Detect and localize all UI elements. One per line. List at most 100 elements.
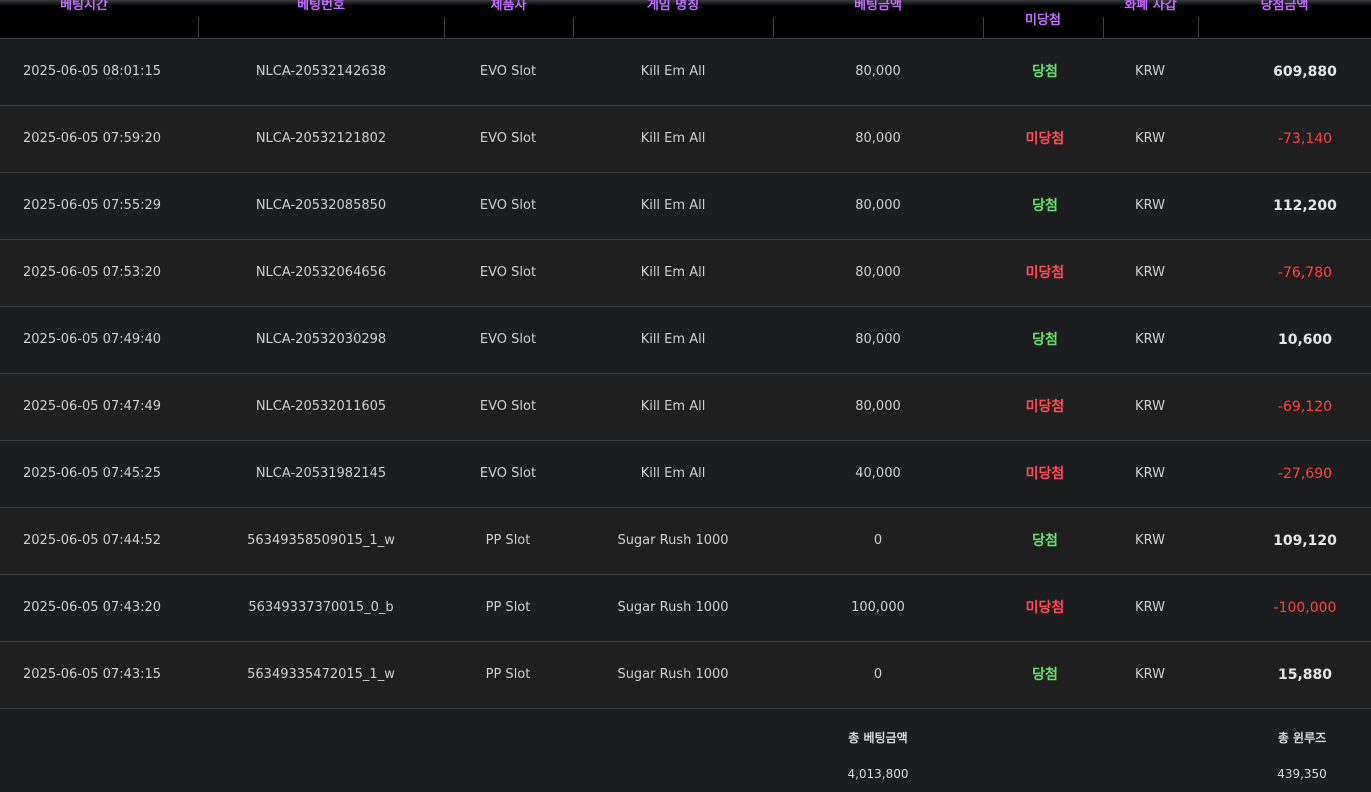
win-amount-cell: 609,880	[1273, 64, 1337, 80]
bet-number-cell: NLCA-20532121802	[255, 131, 387, 146]
header-currency[interactable]: 화폐 사갑	[1103, 0, 1198, 38]
header-bet-number[interactable]: 베팅번호	[198, 0, 444, 38]
win-amount-cell: 10,600	[1277, 332, 1333, 348]
result-status-cell: 당첨	[1032, 198, 1058, 214]
bet-amount-cell: 0	[873, 533, 883, 548]
betting-history-table: 베팅시간 베팅번호 제품사 게임 명칭 베팅금액 미당첨 화폐 사갑 당첨금액 …	[0, 0, 1371, 792]
currency-cell: KRW	[1135, 533, 1165, 548]
win-amount-cell: -27,690	[1277, 466, 1333, 482]
header-label: 당첨금액	[1260, 0, 1309, 13]
bet-time-cell: 2025-06-05 07:44:52	[23, 533, 162, 548]
game-name-cell: Kill Em All	[640, 265, 706, 280]
provider-cell: EVO Slot	[479, 399, 537, 414]
header-label: 베팅금액	[854, 0, 902, 13]
bet-amount-cell: 80,000	[855, 265, 901, 280]
game-name-cell: Sugar Rush 1000	[617, 667, 729, 682]
header-label: 베팅시간	[60, 0, 108, 13]
provider-cell: EVO Slot	[479, 131, 537, 146]
bet-number-cell: NLCA-20532064656	[255, 265, 387, 280]
bet-time-cell: 2025-06-05 07:49:40	[23, 332, 162, 347]
bet-amount-cell: 80,000	[855, 131, 901, 146]
currency-cell: KRW	[1135, 667, 1165, 682]
table-row[interactable]: 2025-06-05 07:59:20 NLCA-20532121802 EVO S…	[0, 106, 1371, 173]
header-bet-time[interactable]: 베팅시간	[0, 0, 168, 38]
bet-time-cell: 2025-06-05 07:45:25	[23, 466, 162, 481]
bet-amount-cell: 0	[873, 667, 883, 682]
header-result[interactable]: 미당첨	[983, 0, 1103, 38]
bet-amount-cell: 80,000	[855, 399, 901, 414]
game-name-cell: Kill Em All	[640, 64, 706, 79]
result-status-cell: 당첨	[1032, 332, 1058, 348]
result-status-cell: 미당첨	[1025, 265, 1065, 281]
result-status-cell: 미당첨	[1025, 466, 1065, 482]
provider-cell: EVO Slot	[479, 64, 537, 79]
table-footer: 총 베팅금액 4,013,800 총 윈루즈 439,350	[0, 710, 1371, 792]
bet-time-cell: 2025-06-05 07:43:20	[23, 600, 162, 615]
bet-amount-cell: 80,000	[855, 332, 901, 347]
header-label: 화폐 사갑	[1124, 0, 1177, 13]
header-game-name[interactable]: 게임 명칭	[573, 0, 773, 38]
table-row[interactable]: 2025-06-05 07:49:40 NLCA-20532030298 EVO S…	[0, 307, 1371, 374]
provider-cell: PP Slot	[485, 600, 531, 615]
header-label: 제품사	[490, 0, 527, 13]
currency-cell: KRW	[1135, 332, 1165, 347]
total-bet-label: 총 베팅금액	[848, 731, 908, 745]
bet-amount-cell: 80,000	[855, 198, 901, 213]
game-name-cell: Sugar Rush 1000	[617, 533, 729, 548]
win-amount-cell: 109,120	[1273, 533, 1337, 549]
table-header: 베팅시간 베팅번호 제품사 게임 명칭 베팅금액 미당첨 화폐 사갑 당첨금액	[0, 0, 1371, 39]
table-row[interactable]: 2025-06-05 07:53:20 NLCA-20532064656 EVO S…	[0, 240, 1371, 307]
total-winloss-label: 총 윈루즈	[1277, 731, 1327, 745]
bet-number-cell: 56349358509015_1_w	[247, 533, 395, 548]
win-amount-cell: 112,200	[1273, 198, 1337, 214]
win-amount-cell: -100,000	[1273, 600, 1337, 616]
bet-time-cell: 2025-06-05 07:59:20	[23, 131, 162, 146]
bet-number-cell: NLCA-20531982145	[255, 466, 387, 481]
bet-time-cell: 2025-06-05 07:43:15	[23, 667, 162, 682]
header-bet-amount[interactable]: 베팅금액	[773, 0, 983, 38]
table-row[interactable]: 2025-06-05 07:43:20 56349337370015_0_b PP …	[0, 575, 1371, 642]
provider-cell: PP Slot	[485, 667, 531, 682]
bet-number-cell: NLCA-20532030298	[255, 332, 387, 347]
currency-cell: KRW	[1135, 265, 1165, 280]
game-name-cell: Kill Em All	[640, 332, 706, 347]
bet-number-cell: NLCA-20532142638	[255, 64, 387, 79]
result-status-cell: 당첨	[1032, 64, 1058, 80]
bet-number-cell: 56349335472015_1_w	[247, 667, 395, 682]
table-row[interactable]: 2025-06-05 07:55:29 NLCA-20532085850 EVO S…	[0, 173, 1371, 240]
win-amount-cell: -69,120	[1277, 399, 1333, 415]
table-row[interactable]: 2025-06-05 08:01:15 NLCA-20532142638 EVO S…	[0, 39, 1371, 106]
currency-cell: KRW	[1135, 600, 1165, 615]
provider-cell: EVO Slot	[479, 265, 537, 280]
win-amount-cell: -76,780	[1277, 265, 1333, 281]
game-name-cell: Kill Em All	[640, 399, 706, 414]
game-name-cell: Sugar Rush 1000	[617, 600, 729, 615]
provider-cell: EVO Slot	[479, 198, 537, 213]
header-provider[interactable]: 제품사	[444, 0, 573, 38]
table-row[interactable]: 2025-06-05 07:44:52 56349358509015_1_w PP …	[0, 508, 1371, 575]
total-winloss-value: 439,350	[1277, 767, 1327, 781]
bet-number-cell: NLCA-20532085850	[255, 198, 387, 213]
result-status-cell: 미당첨	[1025, 600, 1065, 616]
header-label: 베팅번호	[297, 0, 345, 13]
win-amount-cell: 15,880	[1277, 667, 1333, 683]
result-status-cell: 미당첨	[1025, 399, 1065, 415]
result-status-cell: 미당첨	[1025, 131, 1065, 147]
game-name-cell: Kill Em All	[640, 131, 706, 146]
provider-cell: EVO Slot	[479, 466, 537, 481]
currency-cell: KRW	[1135, 198, 1165, 213]
currency-cell: KRW	[1135, 64, 1165, 79]
header-label: 미당첨	[1025, 13, 1061, 28]
table-row[interactable]: 2025-06-05 07:43:15 56349335472015_1_w PP …	[0, 642, 1371, 709]
bet-amount-cell: 80,000	[855, 64, 901, 79]
game-name-cell: Kill Em All	[640, 198, 706, 213]
bet-number-cell: 56349337370015_0_b	[248, 600, 394, 615]
table-row[interactable]: 2025-06-05 07:47:49 NLCA-20532011605 EVO S…	[0, 374, 1371, 441]
game-name-cell: Kill Em All	[640, 466, 706, 481]
result-status-cell: 당첨	[1032, 667, 1058, 683]
bet-time-cell: 2025-06-05 07:53:20	[23, 265, 162, 280]
table-row[interactable]: 2025-06-05 07:45:25 NLCA-20531982145 EVO S…	[0, 441, 1371, 508]
header-win-amount[interactable]: 당첨금액	[1198, 0, 1371, 38]
header-label: 게임 명칭	[646, 0, 700, 13]
bet-number-cell: NLCA-20532011605	[255, 399, 387, 414]
